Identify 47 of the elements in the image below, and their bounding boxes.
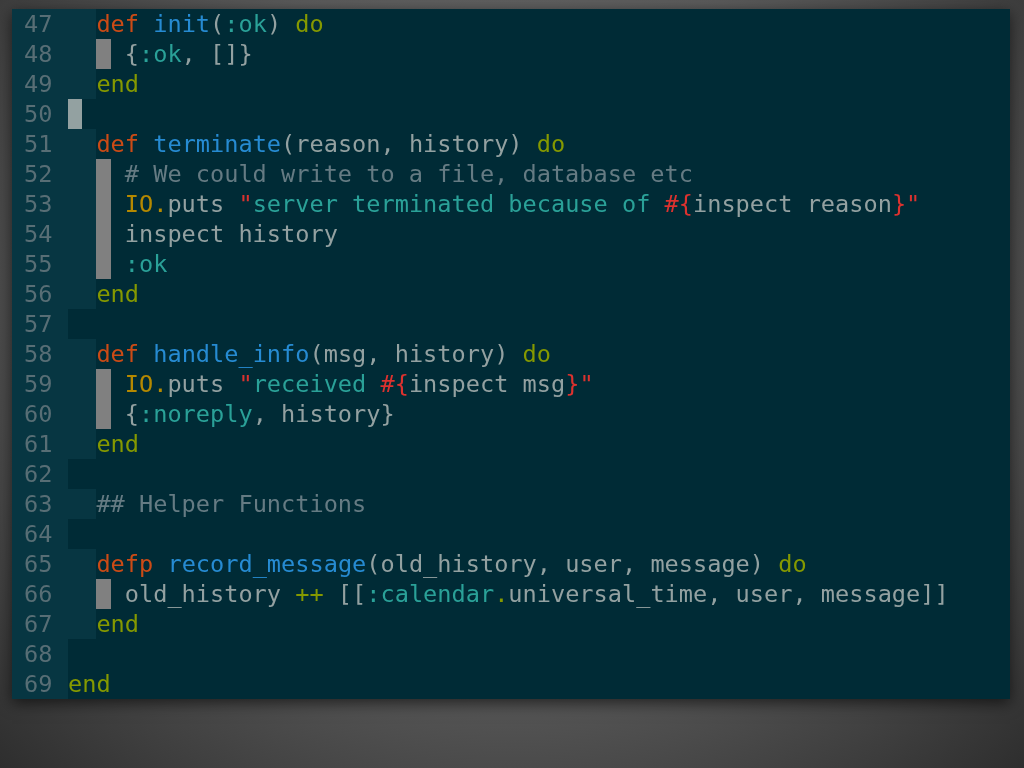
code-line: end bbox=[68, 669, 111, 699]
code-line: IO.puts "server terminated because of #{inspect reason}" bbox=[124, 189, 921, 219]
line-number: 55 bbox=[12, 249, 68, 279]
line-number: 51 bbox=[12, 129, 68, 159]
line-number: 57 bbox=[12, 309, 68, 339]
indent-guide bbox=[96, 159, 111, 189]
line-number: 48 bbox=[12, 39, 68, 69]
code-line: def init(:ok) do bbox=[96, 9, 324, 39]
line-number: 68 bbox=[12, 639, 68, 669]
line-number: 61 bbox=[12, 429, 68, 459]
code-line: end bbox=[96, 609, 139, 639]
line-number: 49 bbox=[12, 69, 68, 99]
line-number: 60 bbox=[12, 399, 68, 429]
indent-guide bbox=[96, 369, 111, 399]
line-number: 66 bbox=[12, 579, 68, 609]
indent-guide bbox=[96, 39, 111, 69]
code-line: {:ok, []} bbox=[124, 39, 253, 69]
code-line: end bbox=[96, 279, 139, 309]
code-line: def terminate(reason, history) do bbox=[96, 129, 566, 159]
line-number: 63 bbox=[12, 489, 68, 519]
code-line: old_history ++ [[:calendar.universal_time, user, message]] bbox=[124, 579, 949, 609]
line-number: 50 bbox=[12, 99, 68, 129]
code-line: end bbox=[96, 429, 139, 459]
code-line: IO.puts "received #{inspect msg}" bbox=[124, 369, 594, 399]
indent-guide bbox=[96, 249, 111, 279]
line-number: 47 bbox=[12, 9, 68, 39]
line-number: 56 bbox=[12, 279, 68, 309]
line-number: 52 bbox=[12, 159, 68, 189]
line-number: 53 bbox=[12, 189, 68, 219]
line-number: 62 bbox=[12, 459, 68, 489]
code-line: defp record_message(old_history, user, message) do bbox=[96, 549, 807, 579]
code-line: def handle_info(msg, history) do bbox=[96, 339, 551, 369]
line-number: 64 bbox=[12, 519, 68, 549]
code-line: end bbox=[96, 69, 139, 99]
code-line: {:noreply, history} bbox=[124, 399, 395, 429]
code-line: :ok bbox=[124, 249, 168, 279]
line-number: 67 bbox=[12, 609, 68, 639]
line-number: 69 bbox=[12, 669, 68, 699]
line-number: 58 bbox=[12, 339, 68, 369]
line-number: 59 bbox=[12, 369, 68, 399]
code-line: inspect history bbox=[124, 219, 338, 249]
line-number: 65 bbox=[12, 549, 68, 579]
line-number: 54 bbox=[12, 219, 68, 249]
code-line: ## Helper Functions bbox=[96, 489, 367, 519]
code-line: # We could write to a file, database etc bbox=[124, 159, 693, 189]
indent-guide bbox=[96, 399, 111, 429]
indent-guide bbox=[96, 579, 111, 609]
